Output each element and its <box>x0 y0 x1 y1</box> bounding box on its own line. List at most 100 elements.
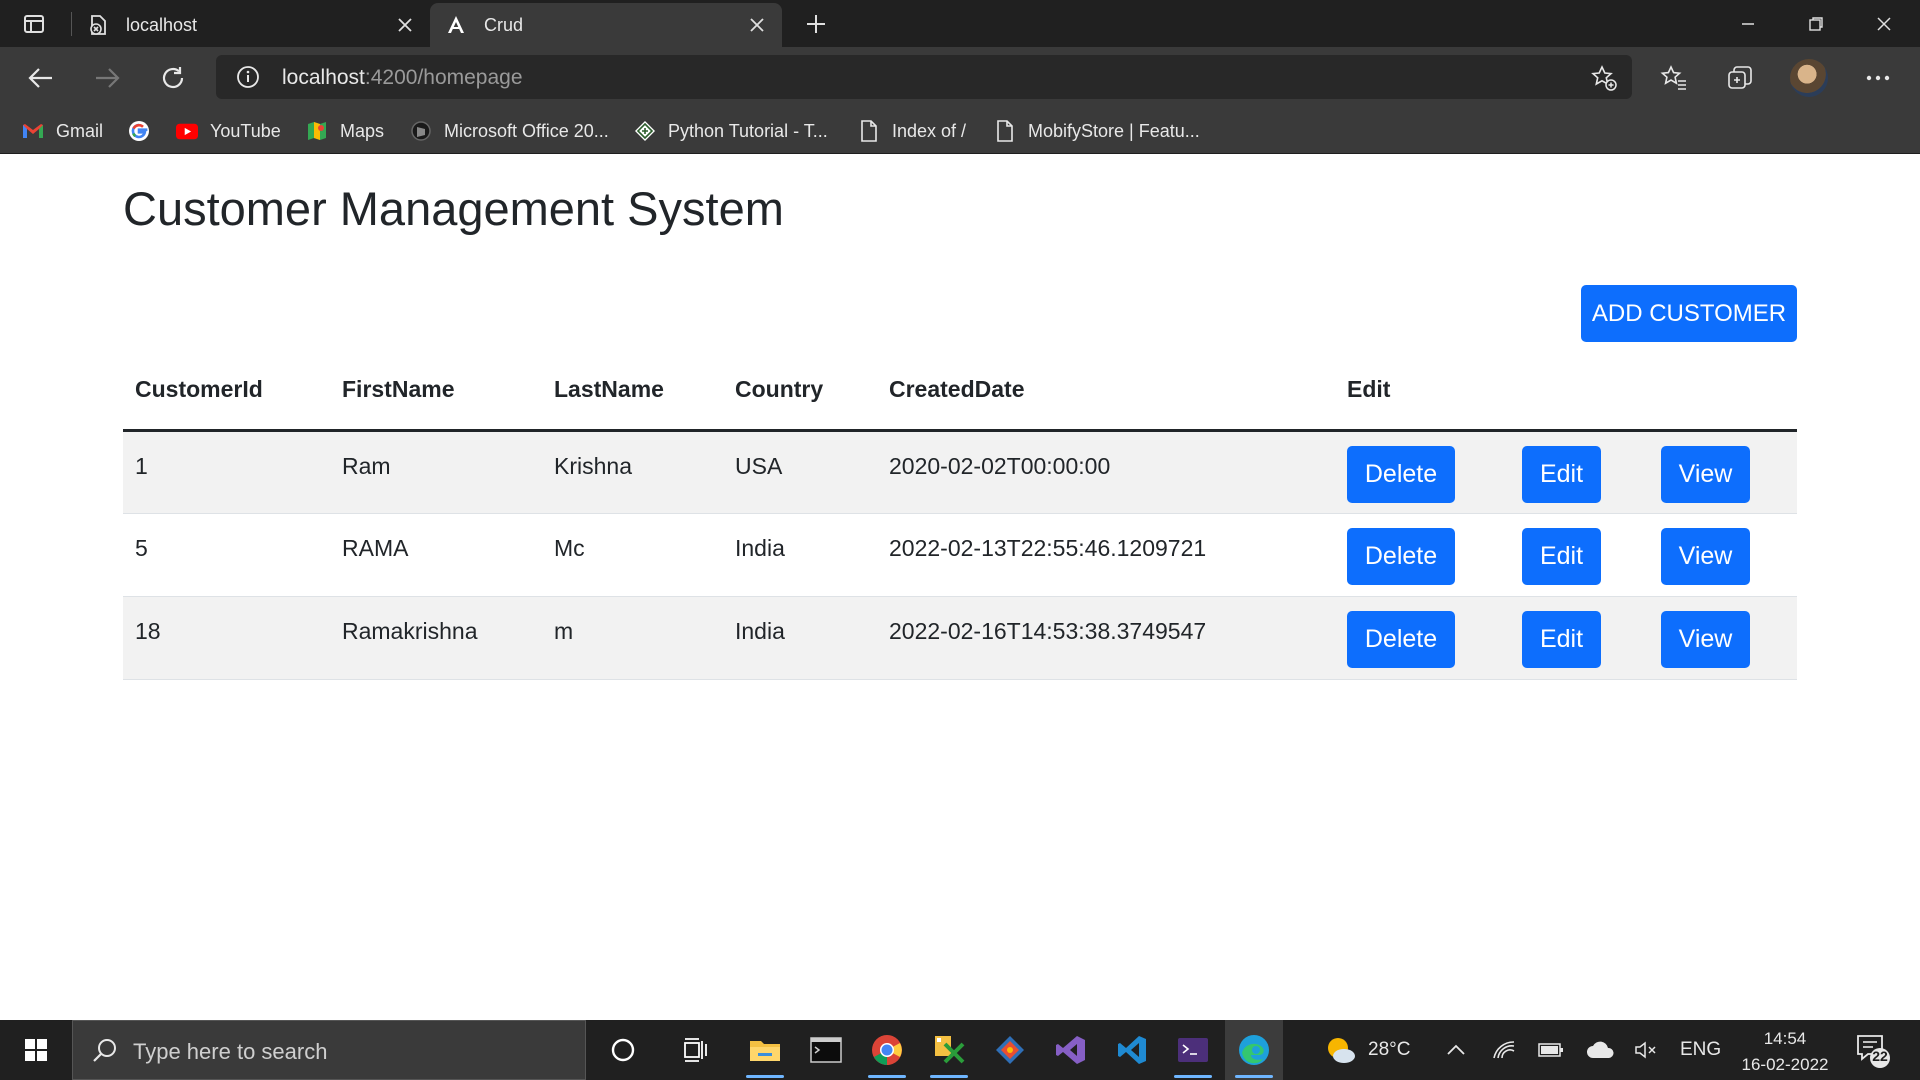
windows-taskbar: Type here to search 28°C ENG 14:54 16-02… <box>0 1020 1920 1080</box>
cell-firstname: Ram <box>330 430 542 514</box>
windows-start-icon[interactable] <box>0 1020 72 1080</box>
taskbar-search-box[interactable]: Type here to search <box>72 1020 586 1080</box>
cell-createddate: 2022-02-13T22:55:46.1209721 <box>877 513 1335 597</box>
more-options-icon[interactable] <box>1860 60 1896 96</box>
bookmark-label: Maps <box>340 120 385 141</box>
cell-createddate: 2022-02-16T14:53:38.3749547 <box>877 596 1335 680</box>
tab-actions-icon[interactable] <box>18 10 50 38</box>
add-favorite-icon[interactable] <box>1590 64 1618 92</box>
column-header-createddate: CreatedDate <box>877 350 1335 432</box>
collections-icon[interactable] <box>1722 60 1758 96</box>
angular-icon <box>444 13 468 37</box>
terminal-icon[interactable] <box>797 1020 855 1080</box>
profile-avatar[interactable] <box>1790 59 1828 97</box>
file-explorer-icon[interactable] <box>736 1020 794 1080</box>
bookmark-microsoft-office[interactable]: Microsoft Office 20... <box>410 108 609 154</box>
column-header-edit: Edit <box>1335 350 1510 432</box>
view-button[interactable]: View <box>1661 445 1750 503</box>
table-row: 5 RAMA Mc India 2022-02-13T22:55:46.1209… <box>123 513 1797 597</box>
vscode-icon[interactable] <box>1103 1020 1161 1080</box>
column-header-customerid: CustomerId <box>123 350 330 432</box>
edit-button[interactable]: Edit <box>1522 527 1601 585</box>
address-bar[interactable]: localhost:4200/homepage <box>216 55 1632 99</box>
delete-button[interactable]: Delete <box>1347 527 1455 585</box>
wifi-icon[interactable] <box>1492 1020 1516 1080</box>
restore-button[interactable] <box>1782 0 1850 47</box>
bookmark-gmail[interactable]: Gmail <box>22 108 103 154</box>
bookmark-mobifystore[interactable]: MobifyStore | Featu... <box>994 108 1200 154</box>
view-button[interactable]: View <box>1661 527 1750 585</box>
cell-delete: Delete <box>1335 430 1510 514</box>
bookmark-index-of[interactable]: Index of / <box>858 108 966 154</box>
info-icon[interactable] <box>236 65 260 89</box>
page-title: Customer Management System <box>123 182 784 235</box>
search-placeholder: Type here to search <box>133 1039 328 1064</box>
edge-icon[interactable] <box>1225 1020 1283 1080</box>
close-icon[interactable] <box>390 10 420 40</box>
git-tool-icon[interactable] <box>981 1020 1039 1080</box>
bookmark-label: Microsoft Office 20... <box>444 120 609 141</box>
page-content: Customer Management System ADD CUSTOMER … <box>0 155 1920 1020</box>
cell-customerid: 1 <box>123 430 330 514</box>
google-icon <box>128 120 150 142</box>
cell-view: View <box>1649 430 1797 514</box>
cell-createddate: 2020-02-02T00:00:00 <box>877 430 1335 514</box>
battery-icon[interactable] <box>1538 1020 1564 1080</box>
table-row: 18 Ramakrishna m India 2022-02-16T14:53:… <box>123 596 1797 680</box>
column-header-firstname: FirstName <box>330 350 542 432</box>
cell-view: View <box>1649 596 1797 680</box>
visual-studio-icon[interactable] <box>1042 1020 1100 1080</box>
bookmark-label: MobifyStore | Featu... <box>1028 120 1200 141</box>
system-clock[interactable]: 14:54 16-02-2022 <box>1730 1026 1840 1078</box>
cell-edit: Edit <box>1510 513 1649 597</box>
bookmark-python-tutorial[interactable]: Python Tutorial - T... <box>634 108 828 154</box>
delete-button[interactable]: Delete <box>1347 610 1455 668</box>
cortana-icon[interactable] <box>594 1020 652 1080</box>
powershell-icon[interactable] <box>1164 1020 1222 1080</box>
add-customer-button[interactable]: ADD CUSTOMER <box>1581 285 1797 342</box>
back-button[interactable] <box>22 59 60 97</box>
bookmark-google[interactable] <box>128 108 162 154</box>
delete-button[interactable]: Delete <box>1347 445 1455 503</box>
table-header-row: CustomerId FirstName LastName Country Cr… <box>123 350 1797 432</box>
edit-button[interactable]: Edit <box>1522 610 1601 668</box>
column-header-empty <box>1649 350 1797 432</box>
clock-time: 14:54 <box>1763 1029 1807 1048</box>
maps-icon <box>306 120 328 142</box>
running-indicator <box>1235 1075 1273 1078</box>
close-window-button[interactable] <box>1850 0 1918 47</box>
onedrive-icon[interactable] <box>1586 1020 1614 1080</box>
cell-lastname: m <box>542 596 723 680</box>
notifications-icon[interactable]: 22 <box>1850 1030 1894 1070</box>
sql-server-icon[interactable] <box>920 1020 978 1080</box>
new-tab-button[interactable] <box>800 8 832 40</box>
tab-title: Crud <box>484 14 524 35</box>
bookmarks-bar: Gmail YouTube Maps Microsoft Office 20..… <box>0 108 1920 154</box>
tab-crud[interactable]: Crud <box>430 3 782 47</box>
url-host: localhost <box>282 66 365 89</box>
column-header-lastname: LastName <box>542 350 723 432</box>
chrome-icon[interactable] <box>858 1020 916 1080</box>
task-view-icon[interactable] <box>666 1020 724 1080</box>
volume-muted-icon[interactable] <box>1634 1020 1658 1080</box>
language-indicator[interactable]: ENG <box>1680 1020 1721 1080</box>
close-icon[interactable] <box>742 10 772 40</box>
cell-delete: Delete <box>1335 596 1510 680</box>
weather-widget[interactable]: 28°C <box>1324 1020 1410 1080</box>
tab-localhost[interactable]: localhost <box>72 3 430 47</box>
gmail-icon <box>22 120 44 142</box>
favorites-icon[interactable] <box>1656 60 1692 96</box>
page-error-icon <box>86 13 110 37</box>
bookmark-youtube[interactable]: YouTube <box>176 108 281 154</box>
show-hidden-icons[interactable] <box>1446 1020 1466 1080</box>
clock-date: 16-02-2022 <box>1741 1055 1829 1074</box>
cell-customerid: 18 <box>123 596 330 680</box>
view-button[interactable]: View <box>1661 610 1750 668</box>
forward-button[interactable] <box>88 59 126 97</box>
refresh-button[interactable] <box>154 59 192 97</box>
minimize-button[interactable] <box>1714 0 1782 47</box>
bookmark-maps[interactable]: Maps <box>306 108 384 154</box>
edit-button[interactable]: Edit <box>1522 445 1601 503</box>
cell-firstname: RAMA <box>330 513 542 597</box>
cell-country: USA <box>723 430 877 514</box>
